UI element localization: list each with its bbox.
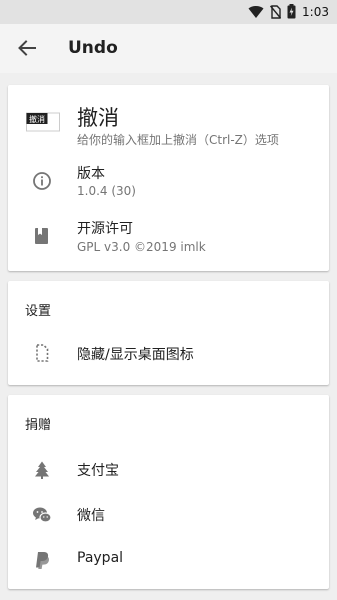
- status-bar: 1:03: [0, 0, 337, 24]
- paypal-icon: [32, 550, 52, 570]
- donate-item-label: 微信: [77, 508, 105, 524]
- donate-card: 捐赠 支付宝 微信 Paypal: [8, 395, 329, 589]
- app-description: 给你的输入框加上撤消（Ctrl-Z）选项: [77, 133, 279, 147]
- donate-item-label: Paypal: [77, 550, 124, 566]
- page-title: Undo: [68, 38, 118, 58]
- donate-item-wechat[interactable]: 微信: [8, 495, 329, 535]
- settings-header: 设置: [25, 304, 52, 319]
- license-row[interactable]: 开源许可 GPL v3.0 ©2019 imlk: [8, 212, 329, 264]
- donate-item-alipay[interactable]: 支付宝: [8, 450, 329, 490]
- settings-item-toggle-icon[interactable]: 隐藏/显示桌面图标: [8, 333, 329, 373]
- app-info-row: 撤消 撤消 给你的输入框加上撤消（Ctrl-Z）选项: [8, 85, 329, 153]
- wifi-icon: [248, 5, 264, 18]
- donate-item-label: 支付宝: [77, 463, 119, 479]
- app-bar: Undo: [0, 24, 337, 73]
- info-icon: [32, 171, 52, 191]
- svg-text:撤消: 撤消: [29, 114, 45, 124]
- license-value: GPL v3.0 ©2019 imlk: [77, 240, 206, 254]
- settings-item-label: 隐藏/显示桌面图标: [77, 347, 194, 363]
- settings-card: 设置 隐藏/显示桌面图标: [8, 281, 329, 385]
- book-icon: [32, 226, 52, 246]
- version-label: 版本: [77, 166, 105, 182]
- no-sim-icon: [270, 4, 282, 19]
- app-name: 撤消: [77, 106, 119, 130]
- version-value: 1.0.4 (30): [77, 184, 136, 198]
- tree-icon: [32, 460, 52, 480]
- app-logo: 撤消: [26, 112, 60, 132]
- license-label: 开源许可: [77, 221, 133, 237]
- about-card: 撤消 撤消 给你的输入框加上撤消（Ctrl-Z）选项 版本 1.0.4 (30)…: [8, 85, 329, 271]
- arrow-back-icon[interactable]: [16, 37, 38, 59]
- battery-charging-icon: [287, 4, 296, 19]
- donate-item-paypal[interactable]: Paypal: [8, 540, 329, 580]
- status-time: 1:03: [302, 4, 329, 19]
- version-row[interactable]: 版本 1.0.4 (30): [8, 157, 329, 207]
- dashed-file-icon: [32, 343, 52, 363]
- wechat-icon: [32, 505, 52, 525]
- donate-header: 捐赠: [25, 418, 52, 433]
